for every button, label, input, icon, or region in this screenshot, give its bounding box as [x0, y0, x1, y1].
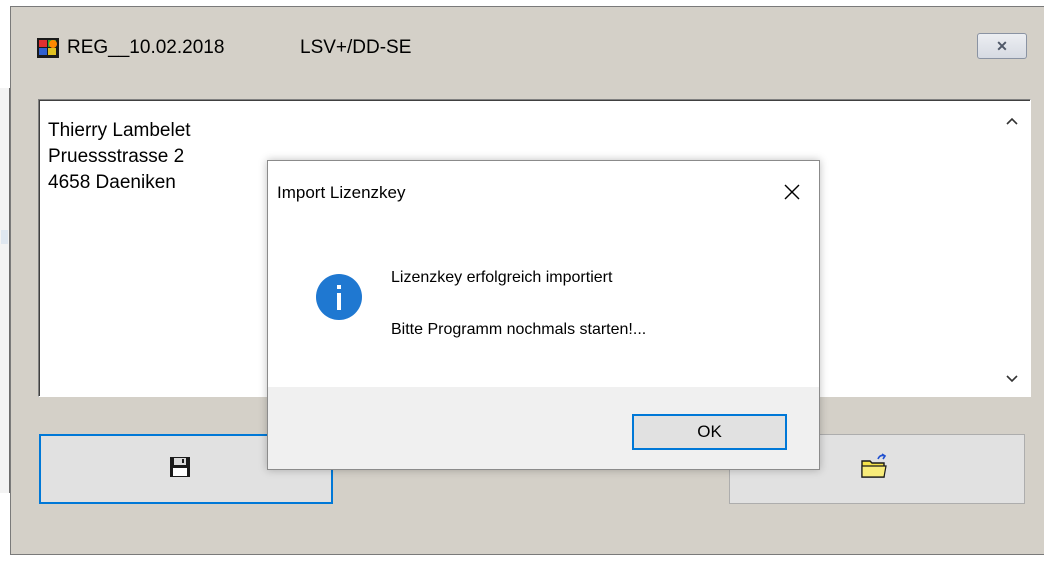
window-title: REG__10.02.2018: [67, 37, 225, 58]
scroll-up-arrow-icon[interactable]: [1006, 112, 1018, 128]
floppy-disk-icon: [169, 456, 191, 483]
background-window-strip: [1, 230, 8, 244]
address-street: Pruessstrasse 2: [48, 146, 185, 167]
dialog-footer: OK: [268, 387, 819, 469]
window-close-button[interactable]: ✕: [977, 33, 1027, 59]
ok-button[interactable]: OK: [632, 414, 787, 450]
dialog-close-button[interactable]: [772, 175, 812, 209]
scroll-down-arrow-icon[interactable]: [1006, 370, 1018, 386]
info-icon: [316, 274, 362, 320]
import-dialog: Import Lizenzkey Lizenzkey erfolgreich i…: [267, 160, 820, 470]
close-icon: [784, 184, 800, 200]
background-window-edge: [0, 88, 10, 493]
title-bar[interactable]: REG__10.02.2018 LSV+/DD-SE ✕: [11, 7, 1045, 89]
close-icon: ✕: [996, 37, 1008, 54]
dialog-message-line1: Lizenzkey erfolgreich importiert: [391, 269, 613, 286]
address-city: 4658 Daeniken: [48, 172, 176, 193]
app-icon: [35, 35, 61, 61]
dialog-message-line2: Bitte Programm nochmals starten!...: [391, 321, 647, 338]
dialog-title: Import Lizenzkey: [277, 183, 406, 202]
window-subtitle: LSV+/DD-SE: [300, 37, 412, 58]
address-name: Thierry Lambelet: [48, 120, 191, 141]
folder-open-icon: [860, 453, 888, 484]
